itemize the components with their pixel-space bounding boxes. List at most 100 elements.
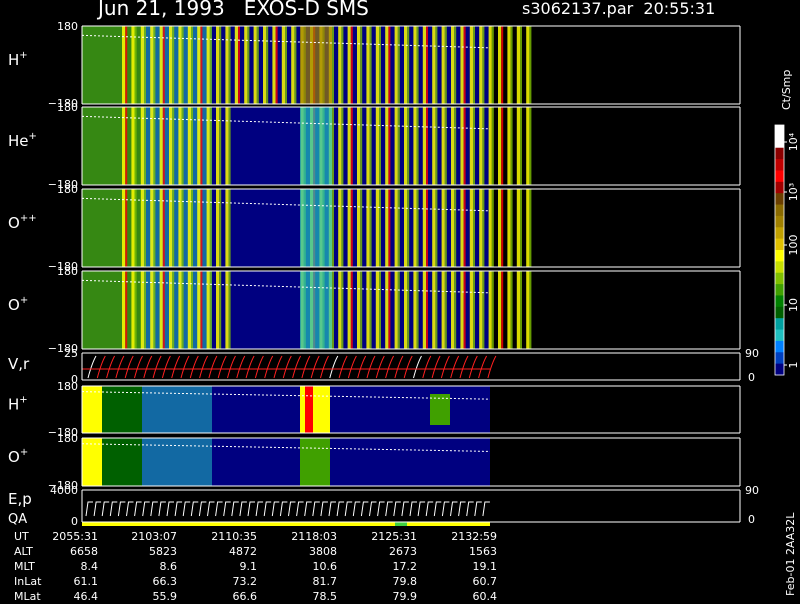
spectrum-stripe	[197, 107, 201, 185]
spectrum-stripe	[216, 107, 220, 185]
velocity-trace	[152, 355, 162, 379]
footer-value: 79.8	[392, 575, 418, 588]
velocity-trace	[143, 355, 153, 379]
spectrum-stripe	[206, 26, 210, 104]
colorbar-segment	[775, 329, 784, 342]
footer-value: 3808	[309, 545, 337, 558]
spectrum-stripe	[369, 26, 372, 104]
spectrum-stripe	[197, 271, 201, 349]
spectrum-stripe	[379, 26, 381, 104]
spectrum-stripe	[275, 26, 278, 104]
spectrum-stripe	[404, 26, 408, 104]
colorbar-tick-label: 10³	[787, 183, 800, 201]
spectrum-stripe	[366, 189, 370, 267]
energy-trace	[401, 501, 409, 517]
spectrum-stripe	[350, 107, 353, 185]
spectrum-stripe	[197, 189, 201, 267]
spectrogram-plot: 180−180H+180−180He+180−180O++180−180O+25…	[8, 20, 800, 528]
spectrum-stripe	[422, 189, 426, 267]
spectrum-stripe	[454, 189, 457, 267]
energy-trace	[239, 501, 247, 517]
velocity-trace	[450, 355, 460, 379]
right-tick-min: 0	[748, 371, 755, 384]
spectrum-stripe	[144, 26, 146, 104]
footer-value: 19.1	[472, 560, 498, 573]
spectrum-stripe	[473, 107, 475, 185]
spectrum-stripe	[219, 107, 222, 185]
velocity-trace	[366, 355, 376, 379]
spectrum-stripe	[125, 189, 128, 267]
spectrum-stripe	[482, 271, 485, 349]
spectrum-stripe	[510, 107, 513, 185]
spectrum-stripe	[491, 189, 494, 267]
spectrum-stripe	[498, 271, 502, 349]
spectrum-stripe	[473, 271, 475, 349]
spectrum-stripe	[432, 189, 436, 267]
spectrum-stripe	[529, 271, 532, 349]
spectrum-stripe	[404, 107, 408, 185]
velocity-trace	[403, 355, 413, 379]
spectrum-stripe	[375, 26, 379, 104]
spectrum-stripe	[134, 107, 137, 185]
velocity-trace	[440, 355, 450, 379]
footer-value: 66.3	[152, 575, 178, 588]
spectrum-stripe	[247, 26, 250, 104]
velocity-trace	[329, 355, 339, 379]
spectrum-stripe	[422, 26, 426, 104]
spectrum-stripe	[172, 271, 175, 349]
energy-trace	[425, 501, 434, 517]
spectrum-stripe	[228, 107, 231, 185]
spectrum-stripe	[238, 26, 240, 104]
spectrum-stripe	[435, 107, 438, 185]
velocity-trace	[245, 355, 255, 379]
velocity-trace	[459, 355, 469, 379]
spectrum-stripe	[413, 107, 417, 185]
spectrum-stripe	[347, 107, 351, 185]
colorbar-tick-label: 100	[787, 235, 800, 256]
spectrum-stripe	[397, 107, 400, 185]
footer-value: 2118:03	[291, 530, 337, 543]
spectrum-stripe	[460, 26, 464, 104]
spectrum-stripe	[529, 26, 532, 104]
spectrum-stripe	[366, 107, 370, 185]
spectrum-stripe	[144, 107, 146, 185]
spectrum-stripe	[131, 271, 135, 349]
panel-label-superscript: +	[19, 50, 27, 61]
spectrum-stripe	[375, 271, 379, 349]
panel-label-superscript: +	[20, 447, 28, 458]
panel-2: 180−180He+	[8, 101, 741, 191]
energy-trace	[101, 501, 110, 517]
velocity-trace	[106, 355, 116, 379]
spectrum-stripe	[341, 189, 344, 267]
spectrum-stripe	[520, 271, 522, 349]
energy-trace	[352, 501, 361, 517]
energy-trace	[182, 501, 191, 517]
spectrum-stripe	[291, 26, 295, 104]
footer-value: 2132:59	[451, 530, 497, 543]
spectrum-stripe	[131, 26, 135, 104]
spectrum-region	[142, 438, 212, 486]
y-tick-max: 180	[57, 432, 78, 445]
energy-trace	[117, 501, 126, 517]
spectrum-stripe	[375, 107, 379, 185]
spectrum-stripe	[272, 26, 276, 104]
spectrum-stripe	[404, 271, 408, 349]
velocity-trace	[87, 355, 97, 379]
spectrum-stripe	[501, 189, 504, 267]
spectrum-stripe	[125, 271, 128, 349]
velocity-trace	[338, 355, 348, 379]
spectrum-stripe	[482, 26, 485, 104]
energy-trace	[441, 501, 450, 517]
velocity-trace	[282, 355, 292, 379]
spectrum-stripe	[397, 271, 400, 349]
spectrum-stripe	[206, 189, 210, 267]
energy-trace	[142, 501, 150, 517]
spectrum-stripe	[347, 189, 351, 267]
spectrum-stripe	[501, 26, 504, 104]
footer-value: 6658	[70, 545, 98, 558]
footer-value: 78.5	[312, 590, 338, 603]
spectrum-stripe	[385, 271, 389, 349]
spectrum-stripe	[444, 26, 447, 104]
velocity-trace	[124, 355, 134, 379]
panel-7: 180−180O+	[8, 432, 741, 492]
